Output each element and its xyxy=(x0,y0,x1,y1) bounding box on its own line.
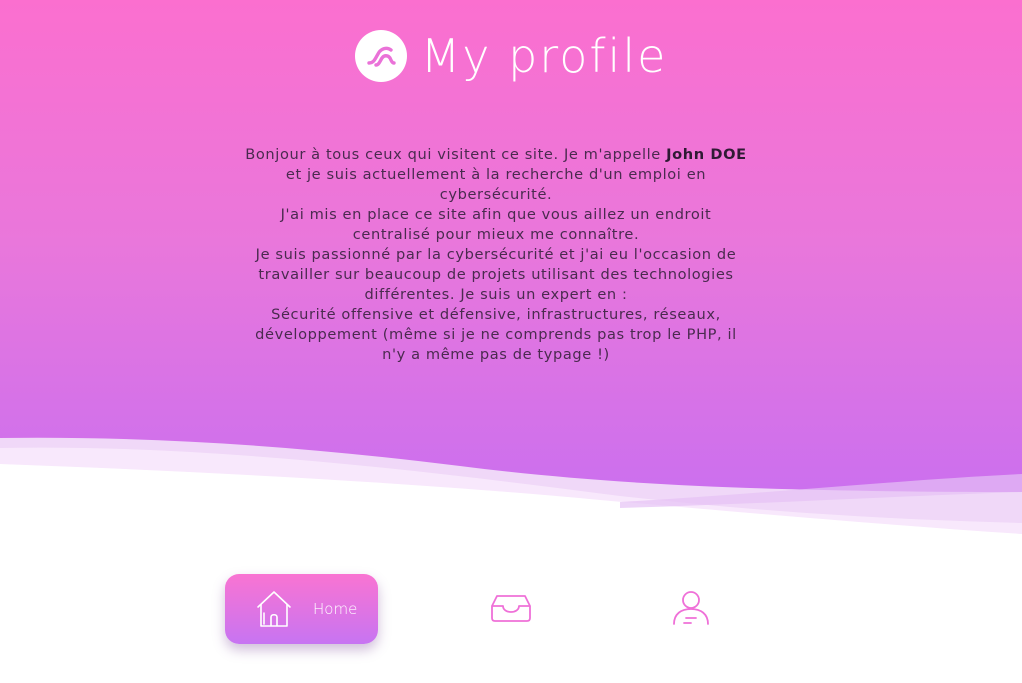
nav-home-button[interactable]: Home xyxy=(225,574,378,644)
inbox-icon xyxy=(489,592,533,628)
wave-divider xyxy=(0,437,1022,540)
hero-section: My profile Bonjour à tous ceux qui visit… xyxy=(0,0,1022,540)
nav-home-label: Home xyxy=(313,600,358,618)
bottom-nav: Home xyxy=(0,560,1022,660)
home-icon xyxy=(255,589,293,629)
user-icon xyxy=(671,590,711,630)
nav-profile-button[interactable] xyxy=(661,584,721,636)
nav-inbox-button[interactable] xyxy=(481,584,541,636)
